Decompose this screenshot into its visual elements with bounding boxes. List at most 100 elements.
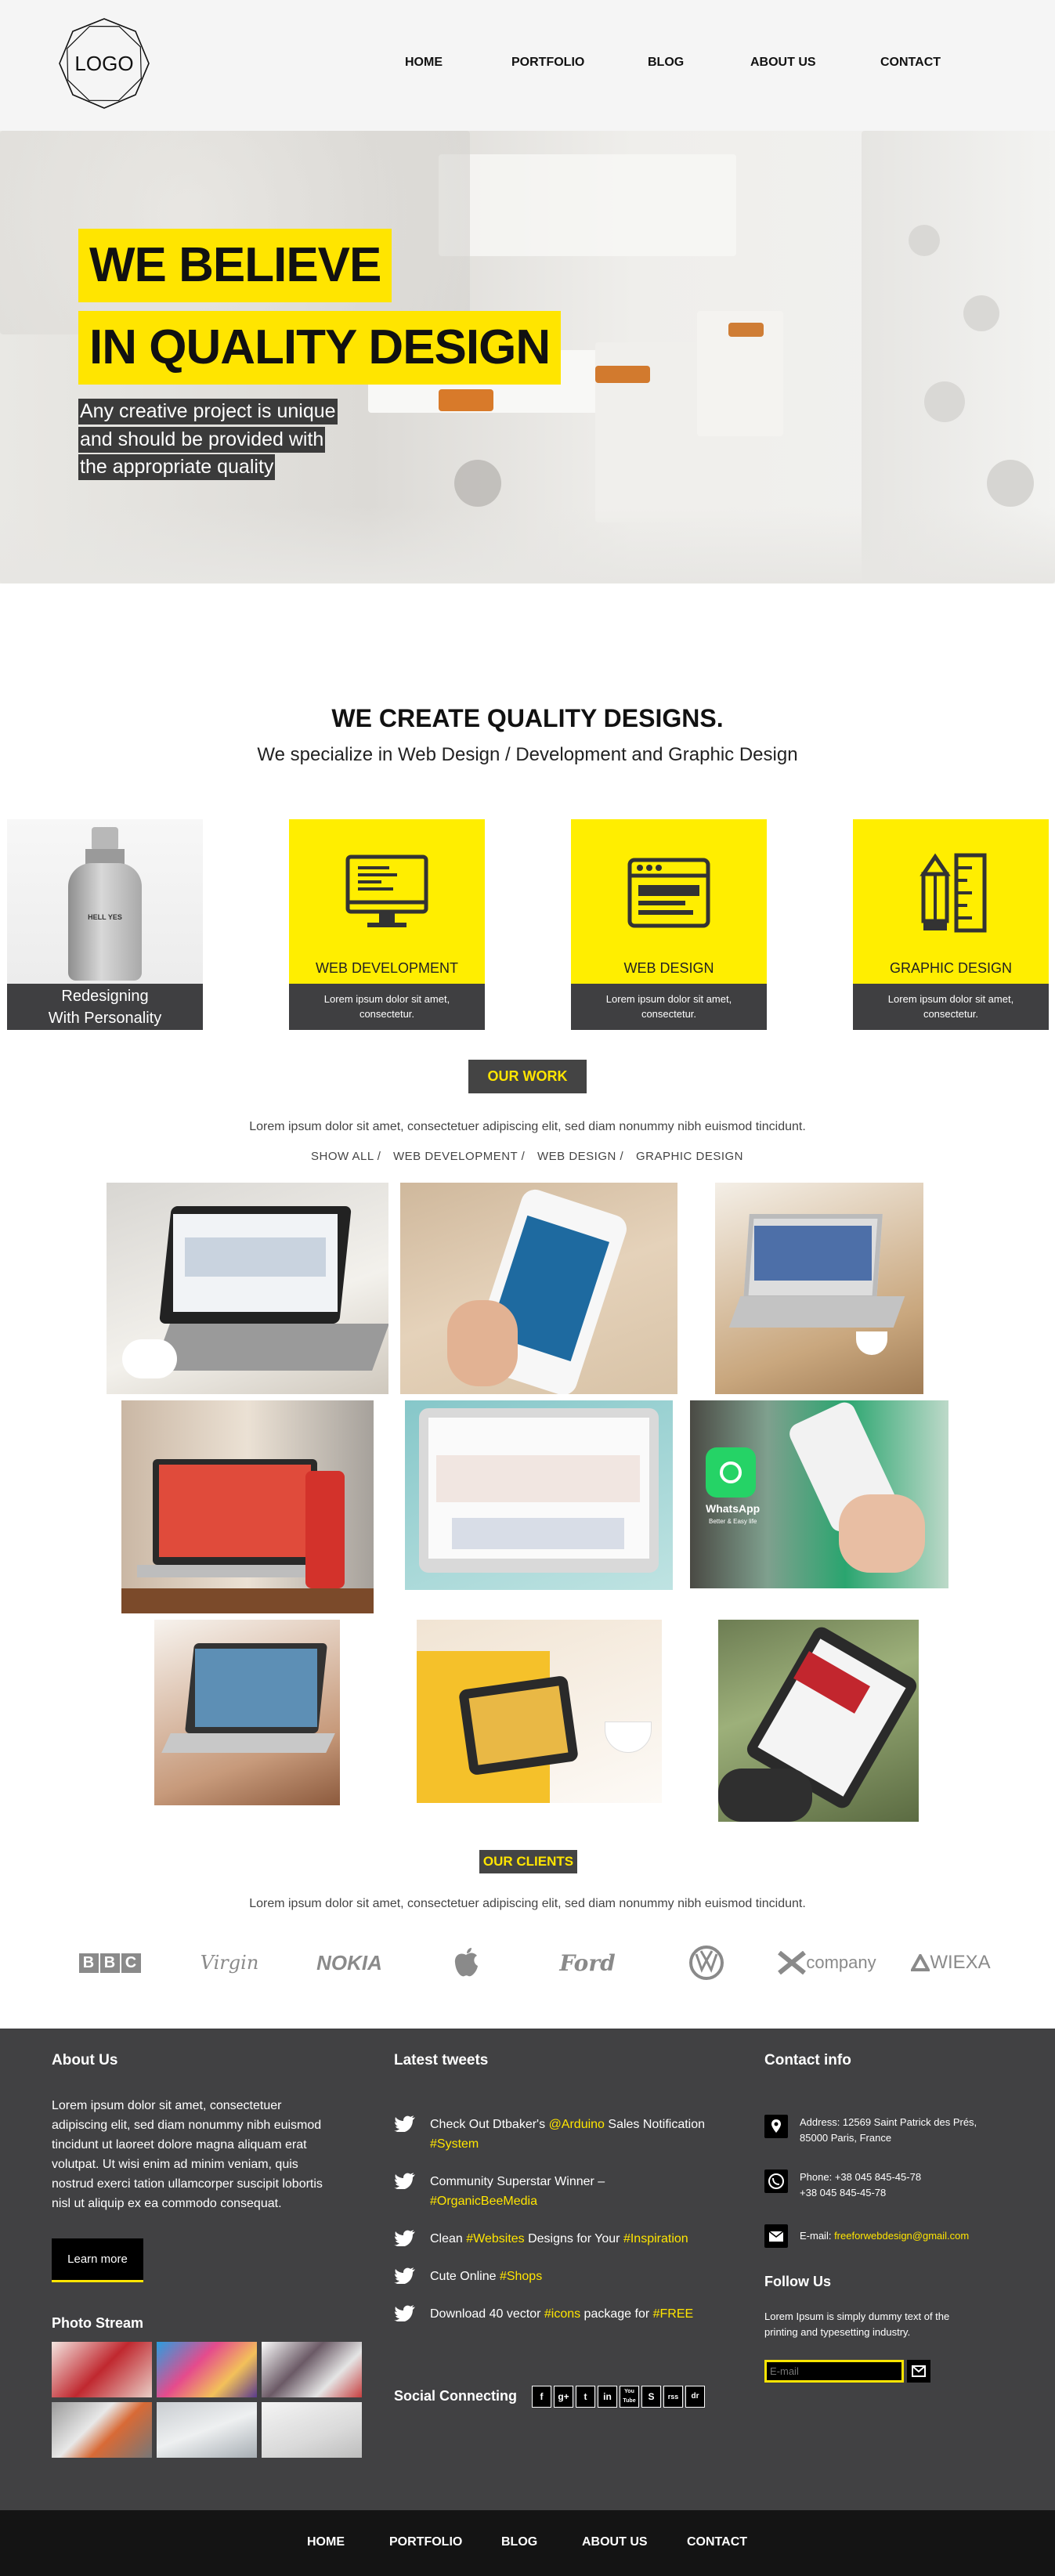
photo-thumbnail[interactable] <box>157 2342 257 2397</box>
our-clients-badge: OUR CLIENTS <box>479 1850 577 1873</box>
hero-banner: WE BELIEVE IN QUALITY DESIGN Any creativ… <box>0 131 1055 583</box>
bottom-nav-about-us[interactable]: ABOUT US <box>582 2532 648 2553</box>
youtube-icon[interactable]: You Tube <box>620 2386 639 2408</box>
hero-subtitle-line3: the appropriate quality <box>78 454 276 480</box>
portfolio-item[interactable] <box>417 1620 662 1803</box>
envelope-send-icon <box>912 2365 926 2377</box>
bottom-nav-blog[interactable]: BLOG <box>501 2532 537 2553</box>
twitter-icon[interactable]: t <box>576 2386 595 2408</box>
latest-tweets-title: Latest tweets <box>394 2052 489 2068</box>
nav-portfolio[interactable]: PORTFOLIO <box>511 47 584 78</box>
filter-web-development[interactable]: WEB DEVELOPMENT / <box>393 1150 525 1163</box>
whatsapp-label: WhatsApp <box>706 1502 761 1515</box>
hero-title-line1: WE BELIEVE <box>78 229 392 302</box>
client-logo-company[interactable]: company <box>774 1942 880 1983</box>
company-logo-text: company <box>806 1953 876 1972</box>
skype-icon[interactable]: S <box>641 2386 661 2408</box>
nav-blog[interactable]: BLOG <box>648 47 684 78</box>
tweet-item[interactable]: Clean #Websites Designs for Your #Inspir… <box>394 2229 762 2249</box>
monitor-icon <box>345 854 428 927</box>
send-email-button[interactable] <box>907 2360 930 2383</box>
photo-thumbnail[interactable] <box>262 2402 362 2458</box>
map-pin-icon <box>764 2115 788 2138</box>
contact-address: Address: 12569 Saint Patrick des Prés, 85… <box>800 2116 977 2144</box>
client-logo-apple[interactable] <box>450 1942 482 1983</box>
service-card-redesign[interactable]: HELL YES Redesigning With Personality <box>7 819 203 1030</box>
portfolio-item[interactable] <box>400 1183 677 1394</box>
contact-info-title: Contact info <box>764 2052 851 2068</box>
portfolio-item[interactable] <box>121 1400 374 1613</box>
twitter-bird-icon <box>394 2173 415 2189</box>
site-header: LOGO HOME PORTFOLIO BLOG ABOUT US CONTAC… <box>0 0 1055 131</box>
wiexa-logo-text: WIEXA <box>930 1952 991 1973</box>
facebook-icon[interactable]: f <box>532 2386 551 2408</box>
service-card-web-design[interactable]: WEB DESIGN Lorem ipsum dolor sit amet, co… <box>571 819 767 1030</box>
twitter-bird-icon <box>394 2267 415 2284</box>
hero-subtitle-line2: and should be provided with <box>78 427 326 453</box>
portfolio-item[interactable] <box>154 1620 340 1805</box>
photo-thumbnail[interactable] <box>52 2402 152 2458</box>
envelope-icon <box>764 2224 788 2248</box>
client-logo-wiexa[interactable]: WIEXA <box>907 1942 995 1983</box>
twitter-bird-icon <box>394 2115 415 2132</box>
tweet-item[interactable]: Download 40 vector #icons package for #F… <box>394 2304 762 2324</box>
social-connecting-title: Social Connecting <box>394 2388 518 2404</box>
contact-phone: Phone: +38 045 845-45-78 +38 045 845-45-7… <box>800 2171 922 2198</box>
photo-thumbnail[interactable] <box>52 2342 152 2397</box>
service-desc: Lorem ipsum dolor sit amet, <box>323 993 450 1005</box>
nav-contact[interactable]: CONTACT <box>880 47 941 78</box>
section-subtitle: We specialize in Web Design / Developmen… <box>257 744 798 765</box>
filter-show-all[interactable]: SHOW ALL / <box>311 1150 381 1163</box>
bottom-nav-contact[interactable]: CONTACT <box>687 2532 747 2553</box>
nav-about-us[interactable]: ABOUT US <box>750 47 816 78</box>
bottom-nav-home[interactable]: HOME <box>307 2532 345 2553</box>
dribbble-icon[interactable]: dr <box>685 2386 705 2408</box>
service-redesign-line1: Redesigning <box>61 988 149 1005</box>
rss-icon[interactable]: rss <box>663 2386 683 2408</box>
client-logo-virgin[interactable]: Virgin <box>201 1942 259 1983</box>
bottle-label: HELL YES <box>88 913 122 921</box>
photo-thumbnail[interactable] <box>262 2342 362 2397</box>
whatsapp-phone-icon <box>764 2170 788 2193</box>
nav-home[interactable]: HOME <box>405 47 443 78</box>
linkedin-icon[interactable]: in <box>598 2386 617 2408</box>
twitter-bird-icon <box>394 2305 415 2321</box>
bottom-nav-portfolio[interactable]: PORTFOLIO <box>389 2532 462 2553</box>
service-card-graphic-design[interactable]: GRAPHIC DESIGN Lorem ipsum dolor sit ame… <box>853 819 1049 1030</box>
client-logo-bbc[interactable]: BBC <box>74 1942 145 1983</box>
triangle-mark-icon <box>911 1954 930 1971</box>
service-label: GRAPHIC DESIGN <box>889 960 1013 976</box>
filter-web-design[interactable]: WEB DESIGN / <box>537 1150 623 1163</box>
google-plus-icon[interactable]: g+ <box>554 2386 573 2408</box>
service-desc: consectetur. <box>923 1008 979 1020</box>
service-card-web-development[interactable]: WEB DEVELOPMENT Lorem ipsum dolor sit am… <box>289 819 485 1030</box>
bottle-photo: HELL YES <box>7 819 203 984</box>
apple-icon <box>454 1948 478 1977</box>
portfolio-item[interactable] <box>405 1400 673 1590</box>
whatsapp-sublabel: Better & Easy life <box>709 1518 757 1525</box>
our-work-badge: OUR WORK <box>468 1060 587 1093</box>
photo-thumbnail[interactable] <box>157 2402 257 2458</box>
email-link[interactable]: freeforwebdesign@gmail.com <box>834 2230 969 2242</box>
tweet-item[interactable]: Check Out Dtbaker's @Arduino Sales Notif… <box>394 2115 762 2154</box>
learn-more-button[interactable]: Learn more <box>52 2238 143 2282</box>
service-desc: consectetur. <box>641 1008 697 1020</box>
client-logo-vw[interactable] <box>688 1942 725 1983</box>
about-us-text: Lorem ipsum dolor sit amet, consectetuer… <box>52 2099 323 2210</box>
service-desc: Lorem ipsum dolor sit amet, <box>887 993 1014 1005</box>
work-description: Lorem ipsum dolor sit amet, consectetuer… <box>249 1120 806 1133</box>
client-logo-nokia[interactable]: NOKIA <box>305 1942 393 1983</box>
logo[interactable]: LOGO <box>56 16 152 111</box>
pencil-ruler-icon <box>920 853 987 933</box>
portfolio-item[interactable] <box>715 1183 923 1394</box>
portfolio-item[interactable] <box>107 1183 388 1394</box>
portfolio-item[interactable]: WhatsApp Better & Easy life <box>690 1400 948 1588</box>
tweet-item[interactable]: Community Superstar Winner – #OrganicBeeM… <box>394 2172 762 2211</box>
tweet-item[interactable]: Cute Online #Shops <box>394 2267 762 2286</box>
hero-title-line2: IN QUALITY DESIGN <box>78 311 562 385</box>
portfolio-item[interactable] <box>718 1620 919 1822</box>
hero-subtitle-line1: Any creative project is unique <box>78 399 338 425</box>
filter-graphic-design[interactable]: GRAPHIC DESIGN <box>636 1150 743 1163</box>
newsletter-email-input[interactable] <box>764 2360 904 2383</box>
client-logo-ford[interactable]: Ford <box>553 1942 622 1983</box>
